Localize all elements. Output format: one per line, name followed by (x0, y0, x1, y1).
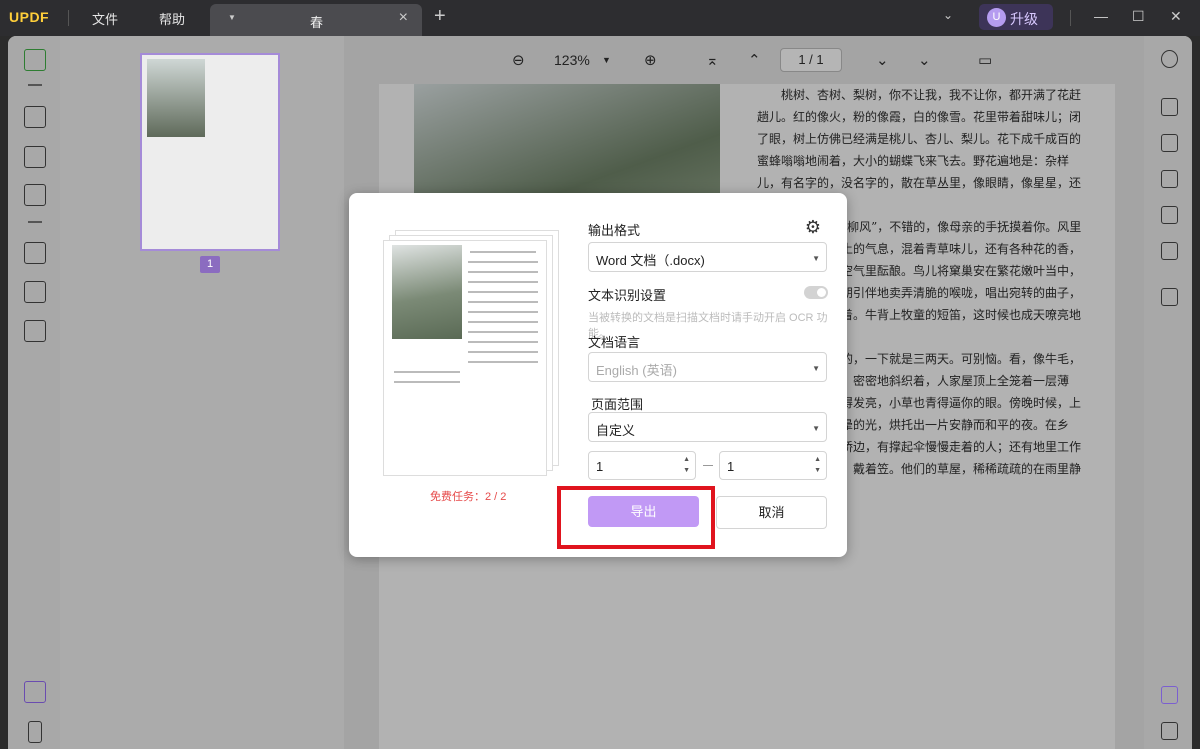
preview-line (468, 361, 538, 363)
range-separator (703, 465, 713, 466)
preview-line (468, 271, 538, 273)
output-format-select[interactable]: Word 文档（.docx) ▼ (588, 242, 827, 272)
preview-line (394, 381, 460, 383)
chevron-down-icon: ▼ (812, 364, 820, 373)
language-label: 文档语言 (588, 335, 641, 350)
language-value: English (英语) (596, 363, 677, 378)
range-from-stepper[interactable]: 1 ▲ ▼ (588, 451, 696, 480)
page-range-value: 自定义 (596, 423, 636, 438)
gear-icon[interactable]: ⚙ (803, 217, 823, 237)
preview-line (468, 261, 538, 263)
preview-line (468, 331, 538, 333)
preview-line (468, 301, 538, 303)
page-range-label: 页面范围 (591, 397, 644, 412)
preview-line (468, 351, 538, 353)
preview-line (468, 311, 538, 313)
language-select[interactable]: English (英语) ▼ (588, 352, 827, 382)
decrement-icon[interactable]: ▼ (814, 467, 821, 474)
preview-image (392, 245, 462, 339)
chevron-down-icon: ▼ (812, 424, 820, 433)
increment-icon[interactable]: ▲ (814, 456, 821, 463)
cancel-button[interactable]: 取消 (716, 496, 827, 529)
range-to-stepper[interactable]: 1 ▲ ▼ (719, 451, 827, 480)
free-tasks-counter: 免费任务：2 / 2 (430, 491, 507, 503)
highlight-box (557, 486, 715, 549)
toggle-knob (817, 288, 826, 297)
range-from-value: 1 (596, 459, 604, 474)
range-to-value: 1 (727, 459, 735, 474)
chevron-down-icon: ▼ (812, 254, 820, 263)
preview-line (394, 371, 460, 373)
preview-line (468, 341, 538, 343)
output-format-label: 输出格式 (588, 223, 641, 238)
increment-icon[interactable]: ▲ (683, 456, 690, 463)
preview-page (383, 240, 547, 476)
preview-line (468, 281, 538, 283)
output-format-value: Word 文档（.docx) (596, 253, 705, 268)
preview-line (468, 321, 538, 323)
preview-line (468, 291, 538, 293)
decrement-icon[interactable]: ▼ (683, 467, 690, 474)
page-range-select[interactable]: 自定义 ▼ (588, 412, 827, 442)
ocr-toggle[interactable] (804, 286, 828, 299)
ocr-settings-label: 文本识别设置 (588, 288, 667, 303)
preview-line (470, 251, 536, 253)
